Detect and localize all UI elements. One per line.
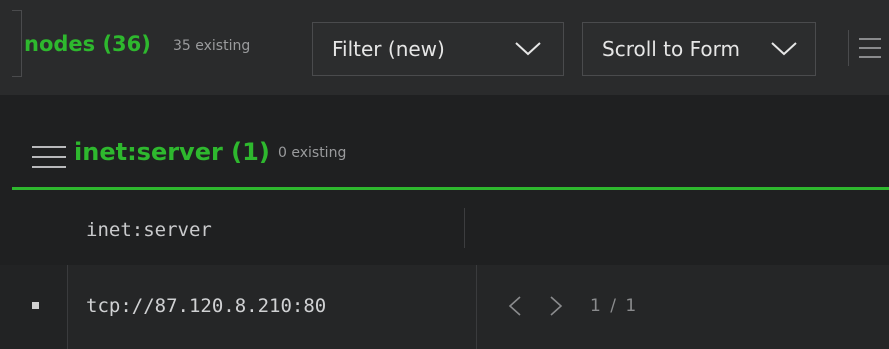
scroll-to-form-dropdown[interactable]: Scroll to Form — [582, 22, 816, 76]
cell-divider — [476, 265, 477, 349]
section-title[interactable]: inet:server (1) — [74, 137, 270, 167]
table-row[interactable]: tcp://87.120.8.210:80 1 / 1 — [0, 265, 889, 349]
filter-dropdown-label: Filter (new) — [332, 37, 445, 61]
chevron-down-icon — [515, 42, 541, 56]
chevron-left-icon[interactable] — [508, 295, 522, 317]
chevron-down-icon — [771, 42, 797, 56]
hamburger-menu-icon[interactable] — [32, 144, 66, 172]
column-header[interactable]: inet:server — [86, 219, 212, 241]
nodes-count-title[interactable]: nodes (36) — [24, 32, 151, 56]
table-cell[interactable]: tcp://87.120.8.210:80 — [86, 295, 326, 317]
column-resize-handle[interactable] — [464, 208, 465, 248]
section-existing-count: 0 existing — [278, 145, 347, 161]
hamburger-menu-icon — [859, 38, 881, 58]
nodes-panel-tab[interactable] — [12, 10, 22, 77]
scroll-to-form-label: Scroll to Form — [602, 37, 740, 61]
table-header: inet:server — [0, 190, 889, 265]
nodes-existing-count: 35 existing — [173, 38, 251, 54]
toolbar: nodes (36) 35 existing Filter (new) Scro… — [0, 0, 889, 95]
row-selector[interactable] — [0, 265, 68, 349]
toolbar-menu-button[interactable] — [848, 30, 881, 66]
filter-dropdown[interactable]: Filter (new) — [312, 22, 564, 76]
row-bullet-icon — [32, 302, 39, 309]
chevron-right-icon[interactable] — [549, 295, 563, 317]
pager-count: 1 / 1 — [590, 296, 637, 316]
section-header: inet:server (1) 0 existing — [12, 130, 889, 190]
